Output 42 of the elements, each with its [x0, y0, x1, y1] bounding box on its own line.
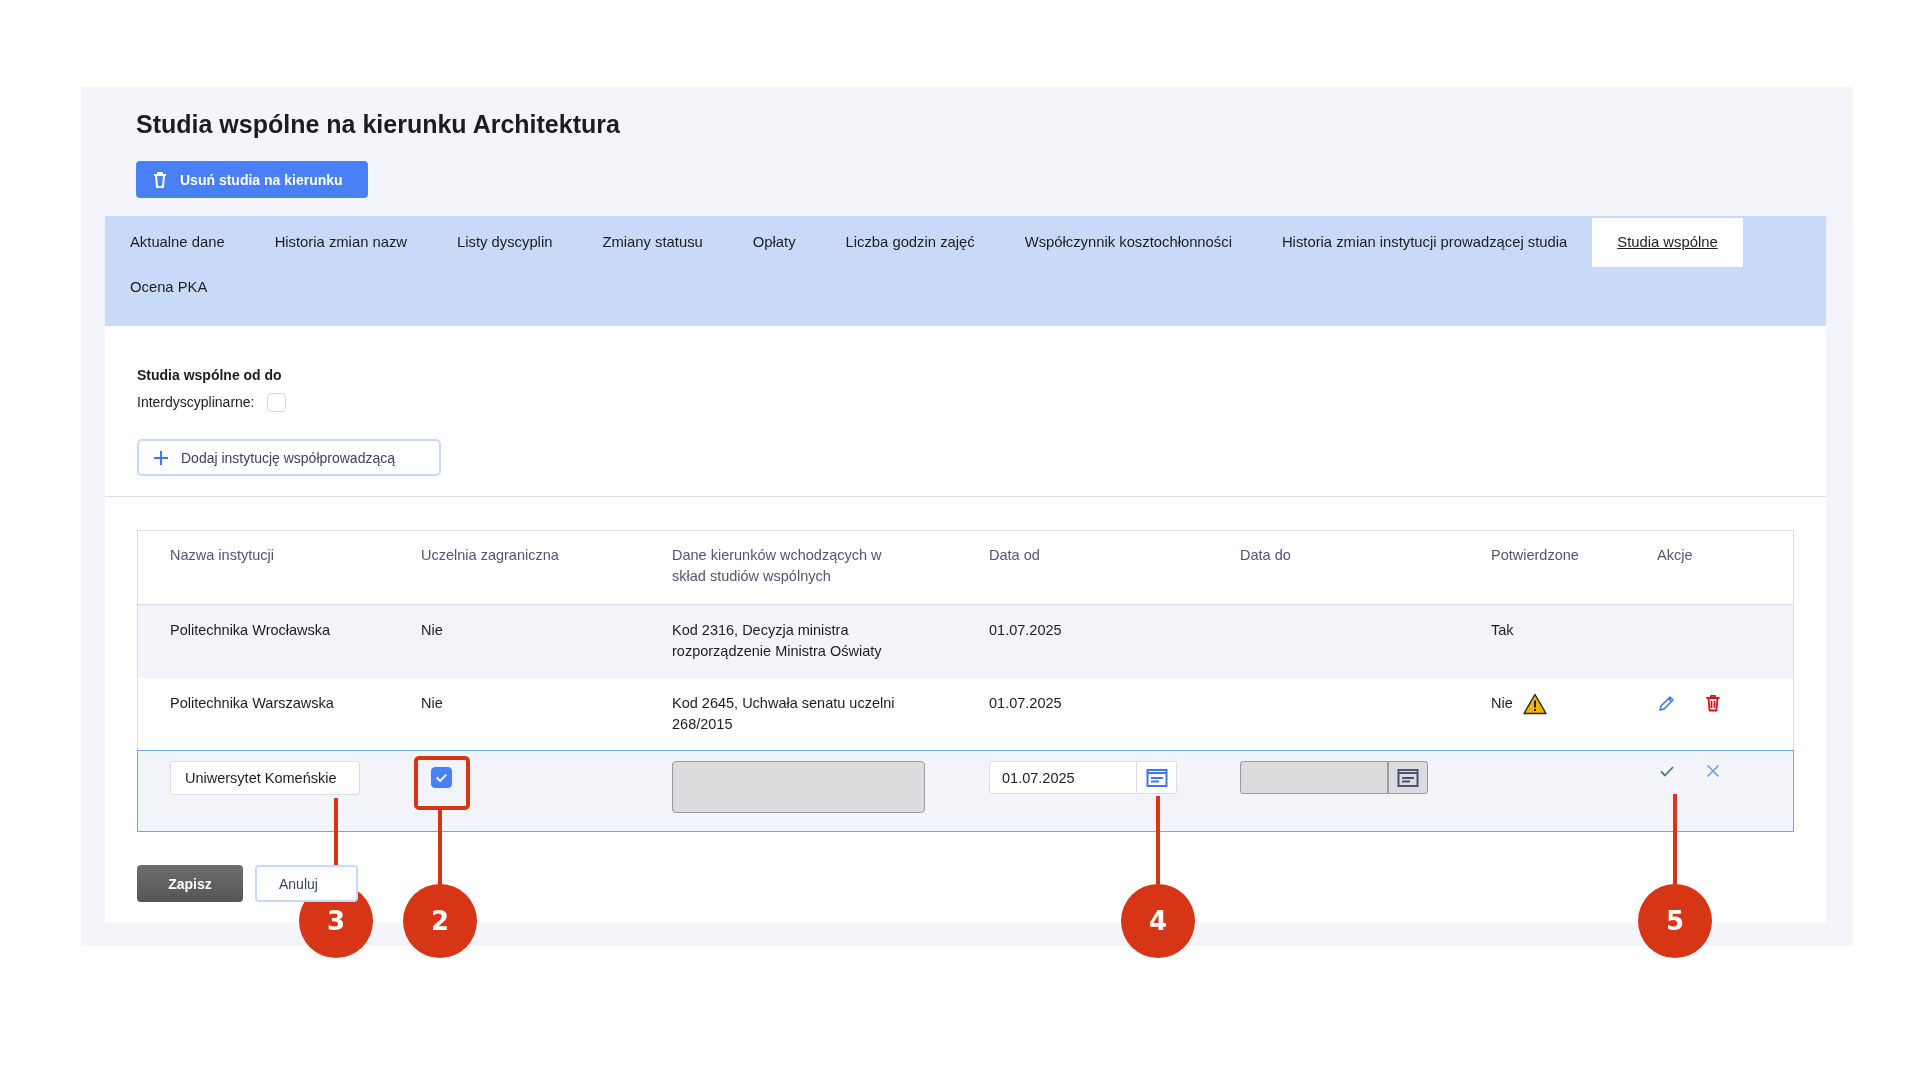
delete-studies-button[interactable]: Usuń studia na kierunku [136, 161, 368, 198]
pencil-icon[interactable] [1657, 693, 1677, 713]
section-title: Studia wspólne od do [137, 366, 283, 384]
tab[interactable]: Historia zmian nazw [249, 218, 433, 267]
checkbox-label: Interdyscyplinarne: [137, 394, 255, 410]
tab[interactable]: Opłaty [727, 218, 821, 267]
table-cell: 01.07.2025 [989, 622, 1062, 638]
page-title: Studia wspólne na kierunku Architektura [136, 109, 621, 139]
interdisciplinary-checkbox[interactable] [266, 392, 286, 412]
tab[interactable]: Zmiany statusu [577, 218, 728, 267]
add-institution-button[interactable]: Dodaj instytucję współprowadzącą [137, 439, 441, 476]
save-button[interactable]: Zapisz [137, 865, 243, 902]
table-cell-text: Tak [1491, 621, 1514, 640]
table-cell: Politechnika Wrocławska [170, 622, 331, 638]
table-cell-text: Kod 2316, Decyzja ministra rozporządzenie Ministra Oświaty [672, 621, 883, 661]
table-cell: Nie [421, 695, 443, 711]
column-header: Nazwa instytucji [170, 546, 274, 565]
date-input[interactable]: 01.07.2025 [989, 761, 1137, 794]
institution-input[interactable]: Uniwersytet Komeńskie [170, 761, 360, 795]
table-cell: Politechnika Warszawska [170, 695, 334, 711]
tab[interactable]: Współczynnik kosztochłonności [999, 218, 1257, 267]
column-header: Akcje [1657, 546, 1693, 565]
tab[interactable]: Ocena PKA [105, 267, 233, 316]
table-cell-text: Nie [1491, 694, 1513, 713]
tab[interactable]: Listy dyscyplin [432, 218, 578, 267]
table-cell-text: Kod 2645, Uchwała senatu uczelni 268/2015 [672, 694, 896, 734]
column-header: Potwierdzone [1491, 546, 1579, 565]
foreign-checkbox[interactable] [431, 767, 452, 788]
table-cell: Nie [421, 622, 443, 638]
table-cell: 01.07.2025 [989, 695, 1062, 711]
tab[interactable]: Studia wspólne [1592, 218, 1743, 267]
column-header: Dane kierunków wchodzących w skład studiów wspólnych [672, 546, 883, 586]
column-header: Data od [989, 546, 1040, 565]
column-header: Uczelnia zagraniczna [421, 546, 559, 565]
tab[interactable]: Aktualne dane [105, 218, 250, 267]
tab[interactable]: Historia zmian instytucji prowadzącej studia [1256, 218, 1593, 267]
column-header: Data do [1240, 546, 1291, 565]
tab[interactable]: Liczba godzin zajęć [820, 218, 1000, 267]
calendar-button[interactable] [1388, 761, 1428, 794]
calendar-icon [1145, 767, 1168, 788]
calendar-icon [1397, 767, 1419, 788]
cancel-button[interactable]: Anuluj [255, 865, 358, 902]
